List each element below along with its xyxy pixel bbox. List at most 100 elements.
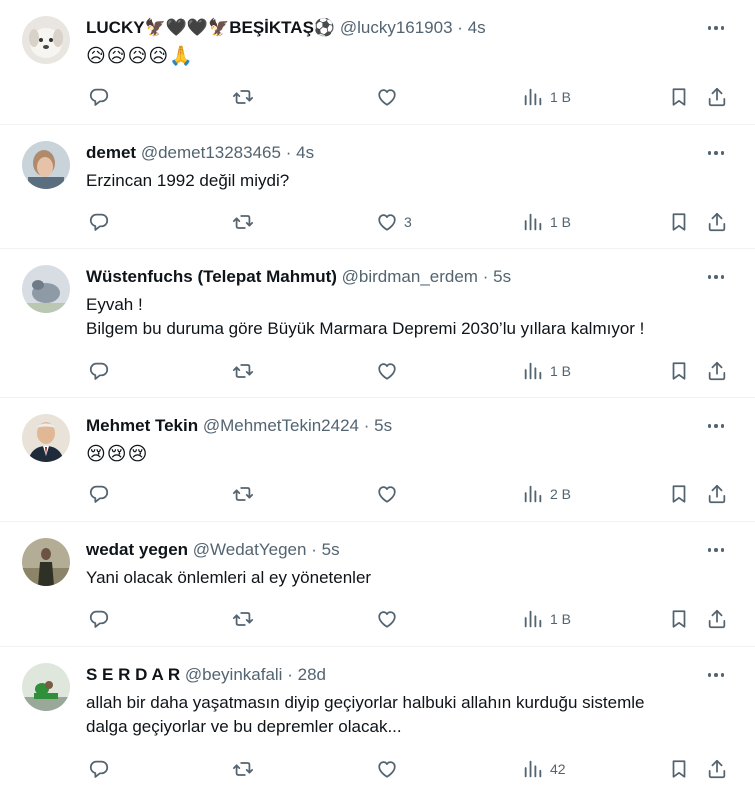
separator-dot: ·	[311, 540, 317, 559]
share-button[interactable]	[706, 359, 728, 383]
reply-button[interactable]	[88, 85, 110, 109]
timestamp[interactable]: 5s	[374, 416, 392, 435]
views-icon	[522, 483, 544, 505]
views-icon	[522, 211, 544, 233]
views-count: 42	[550, 761, 566, 777]
more-icon[interactable]	[705, 416, 727, 436]
likes-count: 3	[404, 214, 412, 230]
retweet-button[interactable]	[232, 359, 254, 383]
views-icon	[522, 758, 544, 780]
user-handle[interactable]: @MehmetTekin2424	[203, 416, 359, 435]
more-icon[interactable]	[705, 267, 727, 287]
tweet-text: Eyvah ! Bilgem bu duruma göre Büyük Marm…	[86, 293, 735, 341]
bookmark-icon	[668, 360, 690, 382]
display-name[interactable]: S E R D A R	[86, 665, 180, 684]
views-button[interactable]: 1 B	[522, 607, 571, 631]
bookmark-button[interactable]	[668, 607, 690, 631]
avatar[interactable]	[22, 414, 70, 462]
tweet[interactable]: S E R D A R @beyinkafali · 28d allah bir…	[0, 647, 755, 794]
bookmark-icon	[668, 86, 690, 108]
retweet-button[interactable]	[232, 85, 254, 109]
display-name[interactable]: demet	[86, 143, 136, 162]
like-button[interactable]: 3	[376, 210, 412, 234]
avatar[interactable]	[22, 265, 70, 313]
tweet[interactable]: wedat yegen @WedatYegen · 5s Yani olacak…	[0, 522, 755, 647]
share-button[interactable]	[706, 607, 728, 631]
avatar[interactable]	[22, 16, 70, 64]
user-handle[interactable]: @beyinkafali	[185, 665, 283, 684]
retweet-icon	[232, 211, 254, 233]
avatar[interactable]	[22, 663, 70, 711]
bookmark-button[interactable]	[668, 757, 690, 781]
tweet-header: LUCKY🦅🖤🖤🦅BEŞİKTAŞ⚽ @lucky161903 · 4s	[86, 16, 695, 40]
tweet-actions: 1 B	[86, 85, 729, 109]
user-handle[interactable]: @demet13283465	[141, 143, 281, 162]
reply-button[interactable]	[88, 757, 110, 781]
separator-dot: ·	[285, 143, 292, 162]
timestamp[interactable]: 4s	[468, 18, 486, 37]
bookmark-icon	[668, 211, 690, 233]
share-button[interactable]	[706, 85, 728, 109]
tweet-header: Mehmet Tekin @MehmetTekin2424 · 5s	[86, 414, 695, 438]
tweet-header: demet @demet13283465 · 4s	[86, 141, 695, 165]
user-handle[interactable]: @lucky161903	[340, 18, 453, 37]
bookmark-button[interactable]	[668, 482, 690, 506]
views-icon	[522, 360, 544, 382]
bookmark-button[interactable]	[668, 85, 690, 109]
share-button[interactable]	[706, 482, 728, 506]
reply-button[interactable]	[88, 607, 110, 631]
display-name[interactable]: Wüstenfuchs (Telepat Mahmut)	[86, 267, 337, 286]
bookmark-icon	[668, 483, 690, 505]
like-button[interactable]	[376, 482, 398, 506]
avatar[interactable]	[22, 141, 70, 189]
like-button[interactable]	[376, 607, 398, 631]
reply-button[interactable]	[88, 359, 110, 383]
bookmark-icon	[668, 608, 690, 630]
reply-icon	[88, 211, 110, 233]
display-name[interactable]: LUCKY🦅🖤🖤🦅BEŞİKTAŞ⚽	[86, 18, 335, 37]
retweet-icon	[232, 483, 254, 505]
retweet-button[interactable]	[232, 757, 254, 781]
tweet[interactable]: LUCKY🦅🖤🖤🦅BEŞİKTAŞ⚽ @lucky161903 · 4s 😥😥😥…	[0, 0, 755, 125]
user-handle[interactable]: @WedatYegen	[193, 540, 307, 559]
display-name[interactable]: wedat yegen	[86, 540, 188, 559]
timestamp[interactable]: 28d	[298, 665, 326, 684]
tweet[interactable]: Wüstenfuchs (Telepat Mahmut) @birdman_er…	[0, 249, 755, 398]
tweet-text-line: dalga geçiyorlar ve bu depremler olacak.…	[86, 717, 402, 736]
share-button[interactable]	[706, 210, 728, 234]
like-icon	[376, 483, 398, 505]
reply-button[interactable]	[88, 210, 110, 234]
more-icon[interactable]	[705, 540, 727, 560]
views-button[interactable]: 42	[522, 757, 566, 781]
timestamp[interactable]: 4s	[296, 143, 314, 162]
tweet[interactable]: demet @demet13283465 · 4s Erzincan 1992 …	[0, 125, 755, 249]
share-icon	[706, 758, 728, 780]
user-handle[interactable]: @birdman_erdem	[342, 267, 478, 286]
bookmark-button[interactable]	[668, 359, 690, 383]
reply-button[interactable]	[88, 482, 110, 506]
tweet-actions: 1 B	[86, 359, 729, 383]
avatar[interactable]	[22, 538, 70, 586]
views-button[interactable]: 1 B	[522, 359, 571, 383]
like-button[interactable]	[376, 85, 398, 109]
views-button[interactable]: 2 B	[522, 482, 571, 506]
tweet[interactable]: Mehmet Tekin @MehmetTekin2424 · 5s 😢😢😢 2…	[0, 398, 755, 522]
more-icon[interactable]	[705, 143, 727, 163]
timestamp[interactable]: 5s	[322, 540, 340, 559]
retweet-button[interactable]	[232, 210, 254, 234]
timestamp[interactable]: 5s	[493, 267, 511, 286]
bookmark-button[interactable]	[668, 210, 690, 234]
more-icon[interactable]	[705, 665, 727, 685]
display-name[interactable]: Mehmet Tekin	[86, 416, 198, 435]
share-button[interactable]	[706, 757, 728, 781]
retweet-button[interactable]	[232, 607, 254, 631]
tweet-actions: 3 1 B	[86, 210, 729, 234]
retweet-button[interactable]	[232, 482, 254, 506]
like-button[interactable]	[376, 757, 398, 781]
like-button[interactable]	[376, 359, 398, 383]
views-button[interactable]: 1 B	[522, 210, 571, 234]
views-button[interactable]: 1 B	[522, 85, 571, 109]
share-icon	[706, 211, 728, 233]
views-icon	[522, 608, 544, 630]
more-icon[interactable]	[705, 18, 727, 38]
